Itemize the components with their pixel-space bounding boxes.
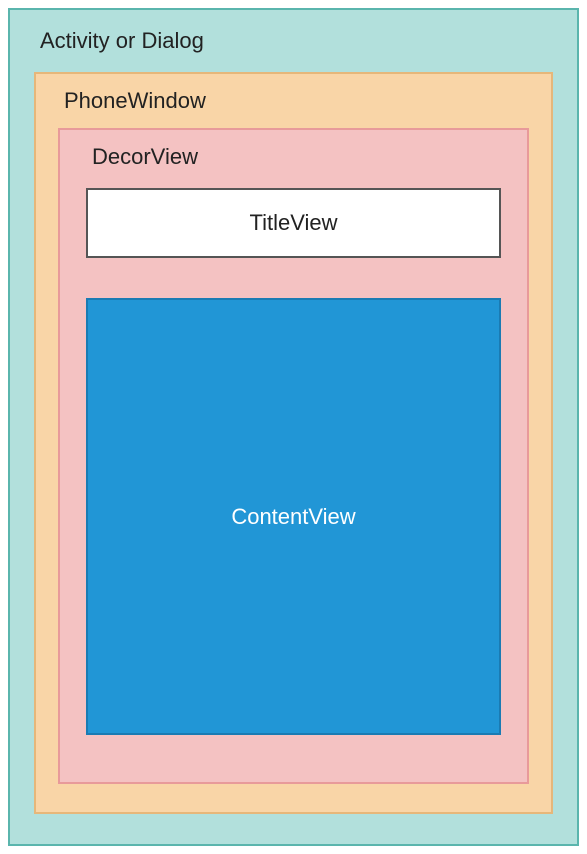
titleview-label: TitleView (249, 210, 337, 236)
phonewindow-container: PhoneWindow DecorView TitleView ContentV… (34, 72, 553, 814)
contentview-container: ContentView (86, 298, 501, 735)
activity-container: Activity or Dialog PhoneWindow DecorView… (8, 8, 579, 846)
decorview-container: DecorView TitleView ContentView (58, 128, 529, 784)
phonewindow-label: PhoneWindow (64, 88, 529, 114)
decorview-label: DecorView (92, 144, 501, 170)
titleview-container: TitleView (86, 188, 501, 258)
activity-label: Activity or Dialog (40, 28, 553, 54)
contentview-label: ContentView (231, 504, 355, 530)
